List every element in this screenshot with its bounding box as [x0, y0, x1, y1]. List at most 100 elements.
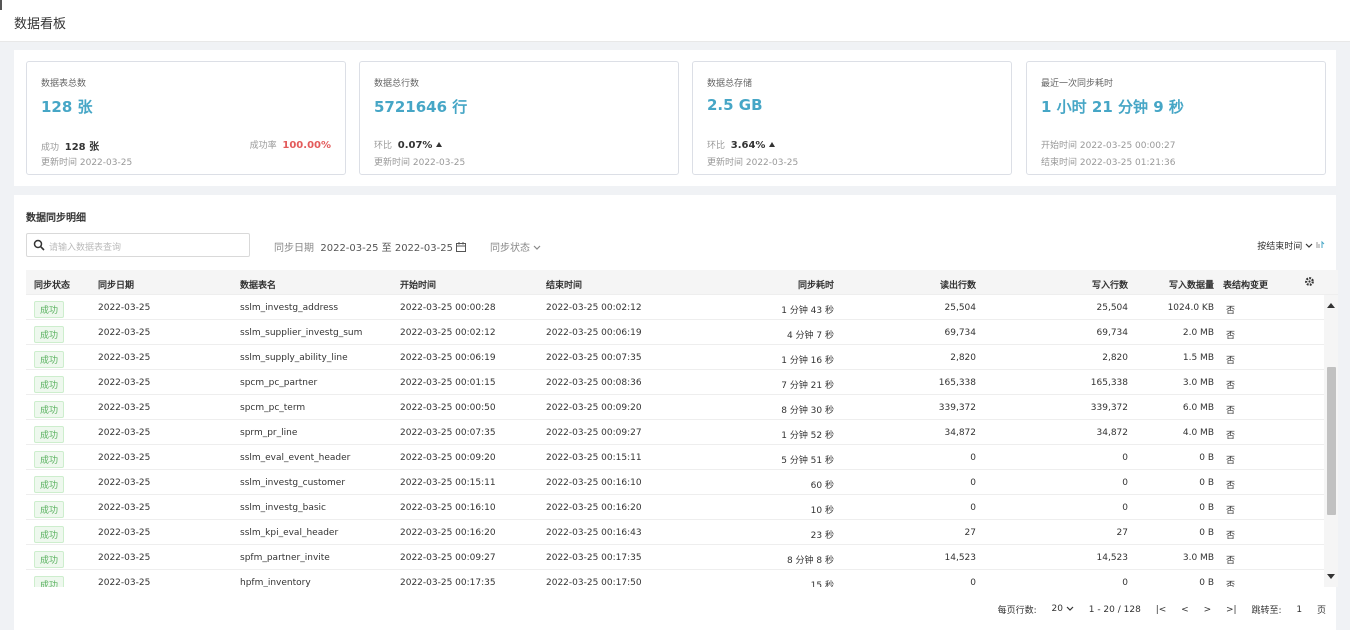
cell-schema-change: 否	[1226, 556, 1236, 566]
card-value: 128 张	[41, 98, 93, 116]
col-table-name[interactable]: 数据表名	[240, 278, 276, 291]
chevron-down-icon	[533, 245, 541, 250]
table-body: 成功 2022-03-25 sslm_investg_address 2022-03-…	[26, 295, 1324, 587]
cell-data-written: 0 B	[1199, 578, 1214, 587]
cell-data-written: 0 B	[1199, 453, 1214, 463]
cell-sync-date: 2022-03-25	[98, 478, 151, 488]
stats-panel: 数据表总数 128 张 成功 128 张 成功率 100.00% 更新时间 20…	[14, 50, 1336, 186]
scroll-up-icon[interactable]	[1327, 303, 1335, 308]
first-page-button[interactable]: |<	[1156, 605, 1167, 615]
cell-sync-date: 2022-03-25	[98, 453, 151, 463]
status-badge: 成功	[34, 351, 65, 368]
table-header: 同步状态 同步日期 数据表名 开始时间 结束时间 同步耗时 读出行数 写入行数 …	[26, 270, 1338, 295]
cell-table-name: spfm_partner_invite	[240, 553, 330, 563]
cell-table-name: spcm_pc_term	[240, 403, 306, 413]
page-size-select[interactable]: 20	[1052, 604, 1074, 615]
cell-schema-change: 否	[1226, 456, 1236, 466]
card-end-time: 结束时间 2022-03-25 01:21:36	[1041, 158, 1176, 168]
search-placeholder: 请输入数据表查询	[49, 243, 122, 253]
cell-data-written: 3.0 MB	[1182, 378, 1214, 388]
next-page-button[interactable]: >	[1204, 605, 1212, 615]
chevron-down-icon	[1066, 606, 1074, 611]
cell-schema-change: 否	[1226, 356, 1236, 366]
cell-duration: 1 分钟 16 秒	[781, 356, 834, 366]
sort-order-icon[interactable]	[1316, 240, 1326, 249]
col-rows-written[interactable]: 写入行数	[1092, 278, 1128, 291]
cell-rows-read: 0	[970, 503, 976, 513]
cell-end-time: 2022-03-25 00:15:11	[546, 453, 642, 463]
table-row[interactable]: 成功 2022-03-25 sslm_investg_customer 2022-03…	[26, 470, 1324, 495]
cell-end-time: 2022-03-25 00:07:35	[546, 353, 642, 363]
status-badge: 成功	[34, 376, 65, 393]
cell-end-time: 2022-03-25 00:17:35	[546, 553, 642, 563]
cell-data-written: 6.0 MB	[1182, 403, 1214, 413]
cell-duration: 15 秒	[810, 581, 834, 587]
cell-table-name: sslm_supply_ability_line	[240, 353, 348, 363]
table-row[interactable]: 成功 2022-03-25 sslm_investg_basic 2022-03-25…	[26, 495, 1324, 520]
table-row[interactable]: 成功 2022-03-25 sslm_supply_ability_line 2022…	[26, 345, 1324, 370]
table-row[interactable]: 成功 2022-03-25 sslm_kpi_eval_header 2022-03-…	[26, 520, 1324, 545]
cell-duration: 7 分钟 21 秒	[781, 381, 834, 391]
gear-icon[interactable]	[1304, 276, 1315, 287]
table-row[interactable]: 成功 2022-03-25 spfm_partner_invite 2022-03-2…	[26, 545, 1324, 570]
sync-status-filter[interactable]: 同步状态	[490, 239, 541, 254]
cell-sync-date: 2022-03-25	[98, 528, 151, 538]
table-row[interactable]: 成功 2022-03-25 sslm_supplier_investg_sum 202…	[26, 320, 1324, 345]
date-range-filter[interactable]: 同步日期 2022-03-25 至 2022-03-25	[274, 239, 467, 254]
col-end-time[interactable]: 结束时间	[546, 278, 582, 291]
jump-input[interactable]: 1	[1296, 605, 1302, 615]
col-rows-read[interactable]: 读出行数	[940, 278, 976, 291]
cell-table-name: sslm_investg_address	[240, 303, 339, 313]
cell-end-time: 2022-03-25 00:02:12	[546, 303, 642, 313]
table-row[interactable]: 成功 2022-03-25 spcm_pc_partner 2022-03-25 00…	[26, 370, 1324, 395]
table-scrollbar[interactable]	[1324, 295, 1338, 587]
cell-data-written: 0 B	[1199, 503, 1214, 513]
cell-rows-written: 2,820	[1102, 353, 1128, 363]
cell-end-time: 2022-03-25 00:09:20	[546, 403, 642, 413]
cell-end-time: 2022-03-25 00:17:50	[546, 578, 642, 587]
scroll-down-icon[interactable]	[1327, 574, 1335, 579]
col-duration[interactable]: 同步耗时	[798, 278, 834, 291]
cell-start-time: 2022-03-25 00:07:35	[400, 428, 496, 438]
card-label: 数据表总数	[41, 79, 87, 89]
table-row[interactable]: 成功 2022-03-25 hpfm_inventory 2022-03-25 00:…	[26, 570, 1324, 587]
status-badge: 成功	[34, 501, 65, 518]
last-page-button[interactable]: >|	[1226, 605, 1237, 615]
chevron-down-icon	[1305, 243, 1313, 248]
table-row[interactable]: 成功 2022-03-25 sslm_investg_address 2022-03-…	[26, 295, 1324, 320]
cell-end-time: 2022-03-25 00:16:20	[546, 503, 642, 513]
cell-duration: 10 秒	[810, 506, 834, 516]
cell-data-written: 1.5 MB	[1182, 353, 1214, 363]
cell-data-written: 4.0 MB	[1182, 428, 1214, 438]
table-row[interactable]: 成功 2022-03-25 spcm_pc_term 2022-03-25 00:00…	[26, 395, 1324, 420]
col-schema-change[interactable]: 表结构变更	[1223, 278, 1268, 291]
prev-page-button[interactable]: <	[1181, 605, 1189, 615]
status-badge: 成功	[34, 526, 65, 543]
status-badge: 成功	[34, 451, 65, 468]
col-data-written[interactable]: 写入数据量	[1169, 278, 1214, 291]
cell-rows-read: 27	[964, 528, 976, 538]
pagination: 每页行数: 20 1 - 20 / 128 |< < > >| 跳转至: 1 页	[986, 603, 1326, 619]
jump-label: 跳转至:	[1251, 606, 1282, 616]
dashboard-page: 数据看板 数据表总数 128 张 成功 128 张 成功率 100.00% 更新…	[0, 0, 1350, 630]
table-row[interactable]: 成功 2022-03-25 sprm_pr_line 2022-03-25 00:07…	[26, 420, 1324, 445]
sort-dropdown[interactable]: 按结束时间	[1257, 239, 1326, 252]
cell-table-name: hpfm_inventory	[240, 578, 311, 587]
cell-start-time: 2022-03-25 00:16:20	[400, 528, 496, 538]
table-row[interactable]: 成功 2022-03-25 sslm_eval_event_header 2022-0…	[26, 445, 1324, 470]
col-sync-date[interactable]: 同步日期	[98, 278, 134, 291]
arrow-up-icon	[436, 142, 443, 147]
search-input[interactable]: 请输入数据表查询	[26, 233, 250, 257]
col-sync-status[interactable]: 同步状态	[34, 278, 70, 291]
scroll-thumb[interactable]	[1327, 367, 1336, 515]
cell-end-time: 2022-03-25 00:09:27	[546, 428, 642, 438]
cell-data-written: 0 B	[1199, 478, 1214, 488]
cell-rows-written: 0	[1122, 578, 1128, 587]
cell-table-name: sslm_supplier_investg_sum	[240, 328, 363, 338]
cell-data-written: 2.0 MB	[1182, 328, 1214, 338]
page-size-label: 每页行数:	[997, 606, 1037, 616]
cell-duration: 1 分钟 52 秒	[781, 431, 834, 441]
cell-rows-read: 165,338	[938, 378, 976, 388]
col-start-time[interactable]: 开始时间	[400, 278, 436, 291]
card-row-total: 数据总行数 5721646 行 环比 0.07% 更新时间 2022-03-25	[359, 61, 679, 175]
